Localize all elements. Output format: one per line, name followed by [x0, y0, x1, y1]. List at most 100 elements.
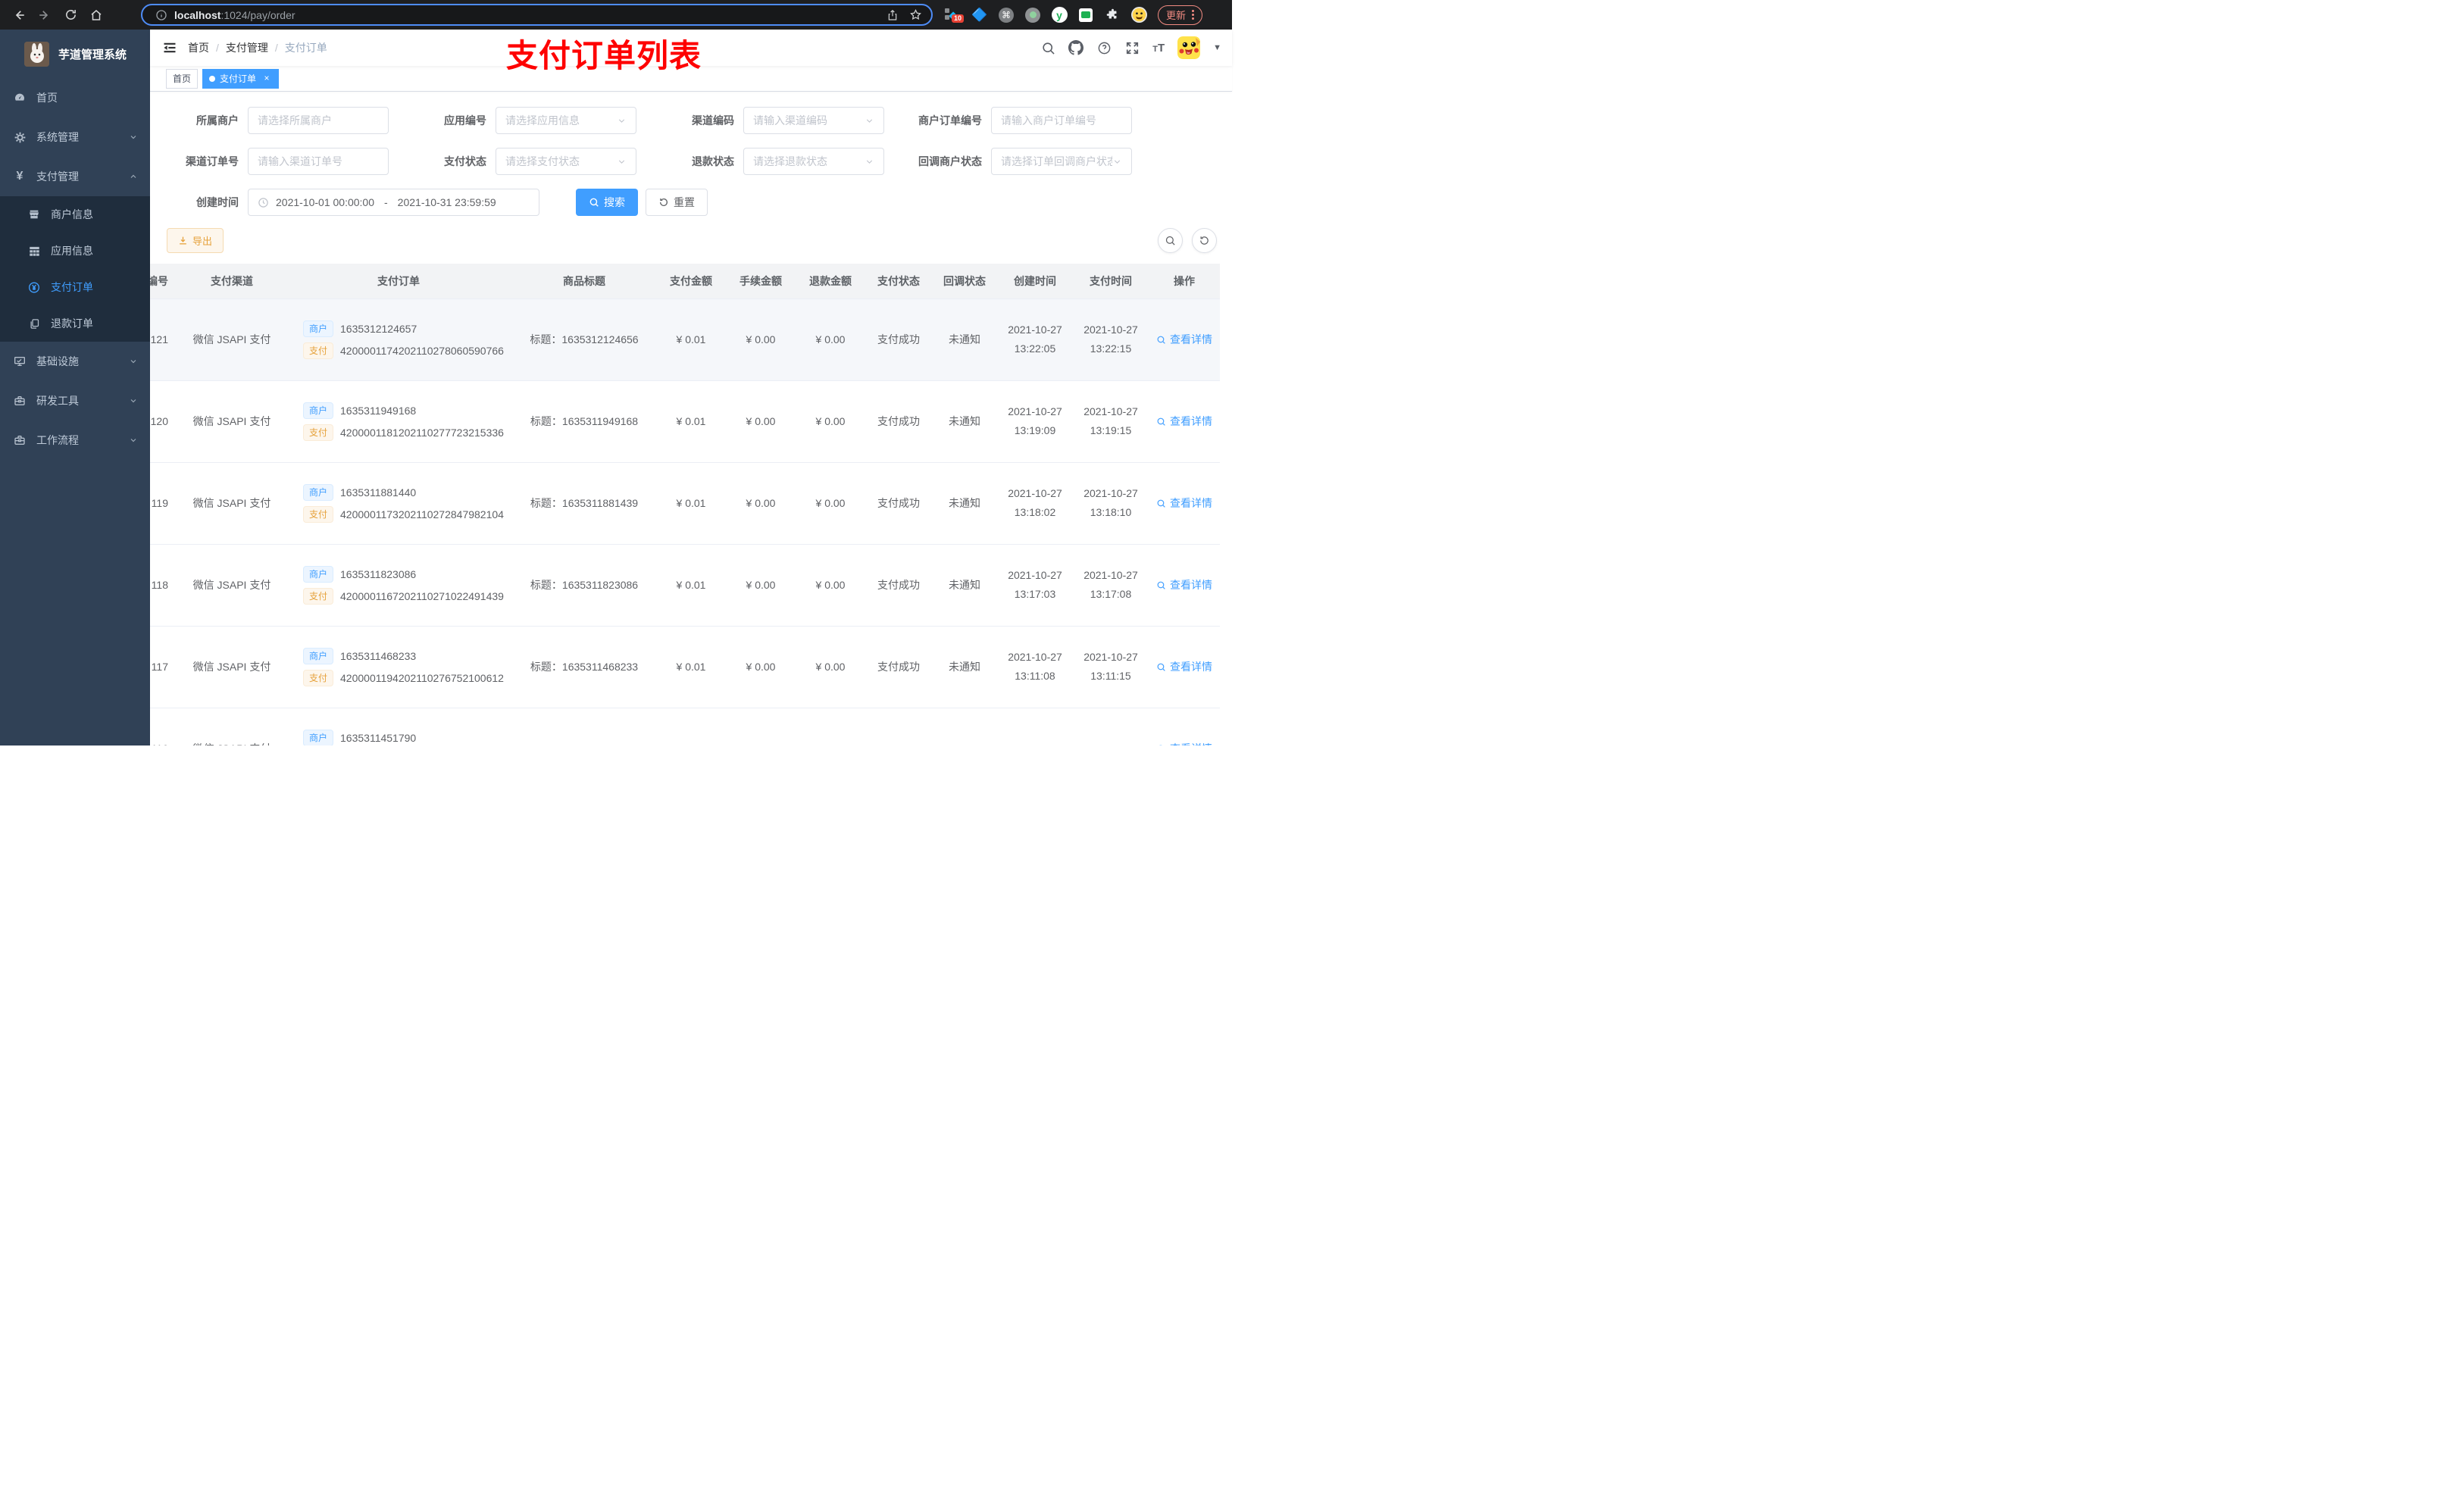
browser-extensions: ◆ 10 🔷 ⌘ y: [945, 7, 1147, 23]
sidebar-item-pay-order[interactable]: 支付订单: [0, 269, 150, 305]
view-detail-label: 查看详情: [1170, 497, 1212, 509]
extension-command-icon[interactable]: ⌘: [998, 7, 1015, 23]
tag-home[interactable]: 首页: [166, 68, 199, 89]
table-row: 117 微信 JSAPI 支付 商户 1635311468233 支付 4200…: [150, 626, 1220, 708]
view-detail-link[interactable]: 查看详情: [1156, 741, 1212, 746]
sidebar-item-dev-tools[interactable]: 研发工具: [0, 381, 150, 420]
cell-title: 标题：1635312124656: [512, 299, 656, 381]
extension-emoji-icon[interactable]: [1130, 7, 1147, 23]
cell-fee: ¥ 0.00: [726, 299, 796, 381]
filter-row-3: 创建时间 2021-10-01 00:00:00 - 2021-10-31 23…: [167, 189, 1217, 216]
caret-down-icon[interactable]: ▼: [1213, 43, 1221, 52]
filter-item: 渠道编码 请输入渠道编码: [662, 107, 884, 134]
filter-field[interactable]: 请选择应用信息: [496, 107, 636, 134]
active-dot-icon: [209, 75, 216, 82]
filter-placeholder: 请选择支付状态: [505, 155, 580, 167]
github-icon[interactable]: [1068, 40, 1084, 55]
filter-placeholder: 请选择退款状态: [753, 155, 827, 167]
view-detail-link[interactable]: 查看详情: [1156, 659, 1212, 674]
reset-button-label: 重置: [674, 196, 695, 208]
extension-gem-icon[interactable]: 🔷: [971, 7, 988, 23]
sidebar-item-label: 支付订单: [51, 281, 93, 293]
font-size-icon[interactable]: TT: [1152, 42, 1165, 55]
extension-diamond-icon[interactable]: ◆ 10: [945, 7, 965, 23]
payment-submenu: 商户信息 应用信息 支付订单 退款订单: [0, 196, 150, 342]
cell-amount: ¥ 0.01: [656, 380, 726, 463]
toolbox-icon: [14, 434, 26, 446]
avatar[interactable]: [1177, 36, 1201, 59]
toggle-search-button[interactable]: [1158, 228, 1183, 253]
cell-refund: ¥ 0.00: [796, 544, 865, 627]
cell-status: 支付成功: [865, 626, 932, 708]
sidebar-item-refund-order[interactable]: 退款订单: [0, 305, 150, 342]
cell-created: [997, 708, 1073, 746]
reset-button[interactable]: 重置: [646, 189, 708, 216]
cell-paid: 2021-10-27 13:11:15: [1073, 626, 1149, 708]
extension-recorder-icon[interactable]: [1024, 7, 1041, 23]
sidebar-item-merchant-info[interactable]: 商户信息: [0, 196, 150, 233]
site-info-icon[interactable]: [152, 5, 171, 25]
sidebar-item-label: 工作流程: [36, 434, 79, 446]
breadcrumb-home[interactable]: 首页: [188, 40, 209, 55]
bookmark-star-icon[interactable]: [909, 8, 922, 21]
filter-field[interactable]: 请选择所属商户: [248, 107, 389, 134]
sidebar-item-home[interactable]: 首页: [0, 78, 150, 117]
view-detail-link[interactable]: 查看详情: [1156, 332, 1212, 347]
fullscreen-icon[interactable]: [1124, 40, 1140, 55]
merchant-order-no: 1635311468233: [340, 649, 417, 662]
filter-row-2: 渠道订单号 请输入渠道订单号 支付状态 请选择支付状态 退款状态 请选择退款状态…: [167, 148, 1217, 175]
search-button[interactable]: 搜索: [576, 189, 638, 216]
export-button-label: 导出: [192, 236, 213, 247]
sidebar-item-payment[interactable]: ¥ 支付管理: [0, 157, 150, 196]
sidebar-item-system[interactable]: 系统管理: [0, 117, 150, 157]
view-detail-link[interactable]: 查看详情: [1156, 577, 1212, 592]
browser-reload-button[interactable]: [61, 5, 80, 25]
filter-item: 支付状态 请选择支付状态: [414, 148, 636, 175]
cell-fee: ¥ 0.00: [726, 544, 796, 627]
filter-field[interactable]: 请选择订单回调商户状态: [991, 148, 1132, 175]
sidebar-item-infrastructure[interactable]: 基础设施: [0, 342, 150, 381]
filter-item: 应用编号 请选择应用信息: [414, 107, 636, 134]
close-icon[interactable]: ×: [261, 73, 272, 84]
pay-order-no: 4200001173202110272847982104: [340, 508, 504, 520]
sidebar-item-workflow[interactable]: 工作流程: [0, 420, 150, 460]
breadcrumb-payment[interactable]: 支付管理: [226, 40, 268, 55]
filter-field[interactable]: 请输入商户订单编号: [991, 107, 1132, 134]
filter-label: 应用编号: [444, 114, 486, 127]
filter-field[interactable]: 请输入渠道订单号: [248, 148, 389, 175]
extension-y-icon[interactable]: y: [1051, 7, 1068, 23]
cell-status: 支付成功: [865, 299, 932, 381]
col-refund: 退款金额: [796, 264, 865, 299]
table-row: 120 微信 JSAPI 支付 商户 1635311949168 支付 4200…: [150, 380, 1220, 463]
export-button[interactable]: 导出: [167, 228, 224, 253]
tag-pay-order[interactable]: 支付订单 ×: [202, 68, 280, 89]
cell-amount: ¥ 0.01: [656, 299, 726, 381]
date-range-picker[interactable]: 2021-10-01 00:00:00 - 2021-10-31 23:59:5…: [248, 189, 539, 216]
filter-field[interactable]: 请输入渠道编码: [743, 107, 884, 134]
browser-update-button[interactable]: 更新: [1158, 5, 1203, 25]
extension-puzzle-icon[interactable]: [1104, 7, 1121, 23]
browser-back-button[interactable]: [9, 5, 29, 25]
col-status: 支付状态: [865, 264, 932, 299]
extension-chat-icon[interactable]: [1077, 7, 1094, 23]
share-icon[interactable]: [886, 9, 899, 21]
filter-field[interactable]: 请选择退款状态: [743, 148, 884, 175]
browser-home-button[interactable]: [86, 5, 106, 25]
view-detail-link[interactable]: 查看详情: [1156, 495, 1212, 511]
help-icon[interactable]: [1096, 40, 1112, 55]
sidebar-toggle-icon[interactable]: [150, 40, 188, 55]
filter-field[interactable]: 请选择支付状态: [496, 148, 636, 175]
browser-forward-button[interactable]: [35, 5, 55, 25]
chevron-down-icon: [129, 357, 138, 366]
cell-channel: 微信 JSAPI 支付: [179, 462, 285, 545]
sidebar-item-app-info[interactable]: 应用信息: [0, 233, 150, 269]
url-bar[interactable]: localhost:1024/pay/order: [141, 4, 933, 26]
view-detail-link[interactable]: 查看详情: [1156, 414, 1212, 429]
sidebar-item-label: 研发工具: [36, 395, 79, 407]
cell-fee: ¥ 0.00: [726, 380, 796, 463]
cell-channel: 微信 JSAPI 支付: [179, 626, 285, 708]
search-icon[interactable]: [1040, 40, 1055, 55]
refresh-button[interactable]: [1192, 228, 1217, 253]
cell-id: 119: [150, 462, 179, 545]
chevron-down-icon: [129, 436, 138, 445]
